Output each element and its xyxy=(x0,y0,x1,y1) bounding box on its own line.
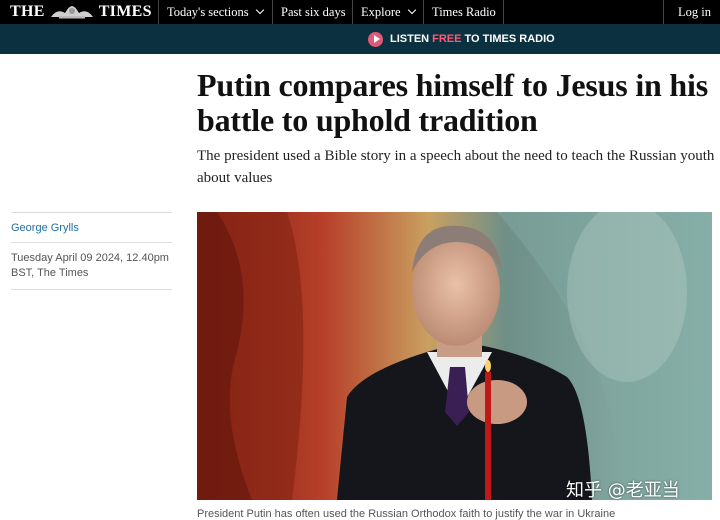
logo-text-the: THE xyxy=(10,3,45,20)
photo-caption: President Putin has often used the Russi… xyxy=(197,508,616,520)
nav-times-radio[interactable]: Times Radio xyxy=(432,0,496,24)
play-icon xyxy=(368,31,383,47)
chevron-down-icon xyxy=(407,5,416,15)
radio-text-post: TO TIMES RADIO xyxy=(464,33,555,45)
nav-past-six-days[interactable]: Past six days xyxy=(281,0,346,24)
article-dateline: Tuesday April 09 2024, 12.40pm BST, The … xyxy=(11,243,172,290)
article-headline: Putin compares himself to Jesus in his b… xyxy=(197,67,708,138)
nav-divider xyxy=(503,0,504,24)
nav-divider xyxy=(272,0,273,24)
radio-text-free: FREE xyxy=(432,33,462,45)
nav-todays-sections[interactable]: Today's sections xyxy=(167,0,264,24)
radio-promo-bar: LISTEN FREE TO TIMES RADIO xyxy=(0,24,720,54)
nav-divider xyxy=(663,0,664,24)
nav-label: Explore xyxy=(361,4,401,19)
times-logo[interactable]: THE TIMES xyxy=(10,0,152,24)
lead-photo xyxy=(197,212,712,500)
nav-explore[interactable]: Explore xyxy=(361,0,416,24)
login-link[interactable]: Log in xyxy=(678,0,711,24)
nav-label: Past six days xyxy=(281,4,346,19)
zhihu-watermark: 知乎 @老亚当 xyxy=(566,480,680,501)
top-nav: THE TIMES Today's sections Past six days… xyxy=(0,0,720,24)
nav-divider xyxy=(158,0,159,24)
nav-divider xyxy=(423,0,424,24)
listen-free-radio-link[interactable]: LISTEN FREE TO TIMES RADIO xyxy=(368,24,555,54)
article-standfirst: The president used a Bible story in a sp… xyxy=(197,148,715,186)
lead-photo-image xyxy=(197,212,712,500)
byline: George Grylls Tuesday April 09 2024, 12.… xyxy=(11,212,172,290)
nav-divider xyxy=(352,0,353,24)
author-link[interactable]: George Grylls xyxy=(11,213,172,243)
crest-icon xyxy=(50,6,93,19)
nav-label: Today's sections xyxy=(167,4,249,19)
chevron-down-icon xyxy=(255,5,264,15)
logo-text-times: TIMES xyxy=(98,3,152,20)
nav-label: Times Radio xyxy=(432,4,496,19)
radio-text-pre: LISTEN xyxy=(390,33,430,45)
